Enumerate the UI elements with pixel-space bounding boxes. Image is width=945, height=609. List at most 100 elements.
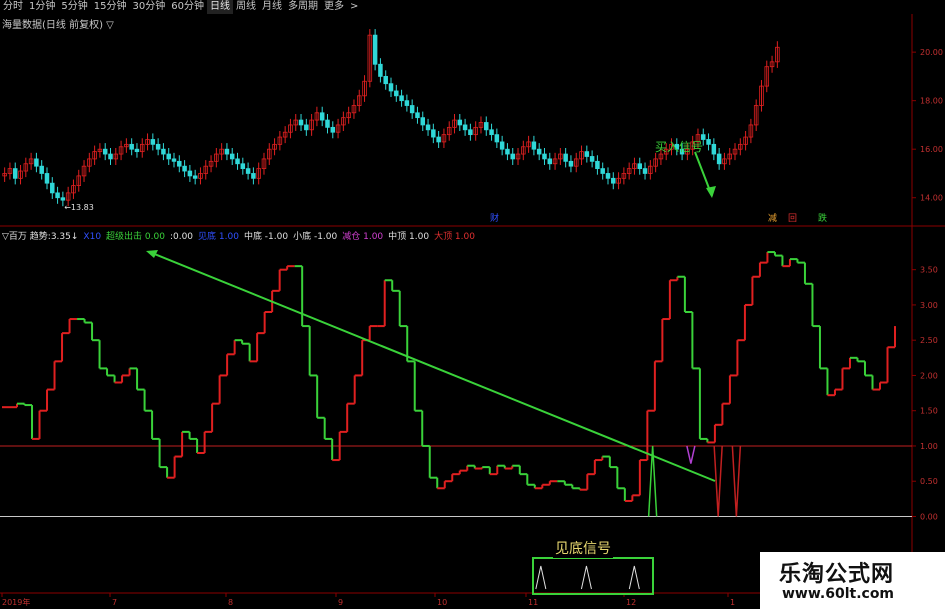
buy-signal-label: 买入信号 bbox=[655, 140, 704, 154]
candle-body bbox=[584, 151, 590, 157]
candle-body bbox=[568, 160, 574, 167]
event-marker-2: 回 bbox=[788, 213, 797, 224]
x-tick-label: 11 bbox=[528, 598, 538, 607]
candle-body bbox=[420, 117, 426, 126]
trend-annotation-line bbox=[151, 252, 716, 482]
candle-body bbox=[489, 129, 494, 136]
x-tick-label: 10 bbox=[437, 598, 447, 607]
x-tick-label: 2019年 bbox=[2, 597, 30, 607]
candle-body bbox=[399, 95, 404, 102]
candle-body bbox=[611, 177, 616, 184]
ind-tick-label: 3.00 bbox=[920, 301, 938, 310]
event-marker-0: 财 bbox=[490, 212, 499, 224]
candle-body bbox=[192, 175, 198, 179]
candle-body bbox=[187, 170, 193, 177]
candle-body bbox=[536, 148, 542, 155]
candle-body bbox=[319, 112, 325, 121]
candle-body bbox=[108, 153, 113, 160]
candle-body bbox=[404, 100, 410, 106]
candle-body bbox=[589, 156, 595, 162]
candle-body bbox=[468, 129, 473, 136]
candle-body bbox=[383, 76, 388, 85]
x-tick-label: 8 bbox=[228, 598, 233, 607]
candle-body bbox=[499, 141, 505, 150]
candle-body bbox=[325, 119, 330, 128]
price-tick-label: 14.00 bbox=[920, 194, 943, 203]
candle-body bbox=[462, 124, 468, 131]
ind-tick-label: 2.50 bbox=[920, 336, 938, 345]
candle-body bbox=[12, 168, 18, 179]
candle-body bbox=[229, 153, 235, 160]
signal-spike bbox=[731, 445, 742, 517]
candle-body bbox=[394, 90, 399, 97]
candle-body bbox=[711, 143, 717, 155]
candle-body bbox=[251, 173, 256, 179]
candle-body bbox=[161, 148, 166, 155]
candle-body bbox=[129, 143, 134, 150]
candle-body bbox=[240, 163, 246, 170]
candle-body bbox=[563, 153, 568, 162]
candle-body bbox=[150, 139, 156, 145]
candle-body bbox=[542, 153, 547, 160]
buy-signal-arrowhead bbox=[706, 186, 716, 198]
price-tick-label: 16.00 bbox=[920, 145, 943, 154]
min-price-label: ←13.83 bbox=[64, 203, 94, 212]
candle-body bbox=[415, 112, 420, 119]
candle-body bbox=[55, 192, 60, 199]
price-tick-label: 18.00 bbox=[920, 97, 943, 106]
candle-body bbox=[50, 182, 55, 194]
x-tick-label: 1 bbox=[730, 598, 735, 607]
ind-tick-label: 0.00 bbox=[920, 512, 938, 521]
candle-body bbox=[510, 153, 515, 160]
event-marker-1: 减 bbox=[768, 212, 777, 224]
candle-body bbox=[600, 168, 605, 174]
candle-body bbox=[372, 34, 378, 65]
watermark-name: 乐淘公式网 bbox=[779, 562, 895, 587]
candle-body bbox=[494, 134, 500, 143]
candle-body bbox=[34, 158, 39, 167]
candle-body bbox=[182, 165, 187, 172]
candle-body bbox=[224, 148, 230, 155]
bottom-signal-box bbox=[532, 557, 654, 595]
ind-tick-label: 2.00 bbox=[920, 371, 938, 380]
candle-body bbox=[102, 148, 108, 155]
candle-body bbox=[60, 197, 66, 201]
candle-body bbox=[177, 160, 182, 167]
candle-body bbox=[409, 105, 415, 114]
candle-body bbox=[484, 122, 489, 131]
candle-body bbox=[39, 165, 44, 174]
event-marker-3: 跌 bbox=[818, 213, 827, 224]
candle-body bbox=[436, 136, 441, 143]
candle-body bbox=[378, 63, 383, 77]
candle-body bbox=[642, 168, 648, 174]
candle-body bbox=[298, 119, 304, 126]
candle-body bbox=[166, 153, 171, 160]
ind-tick-label: 3.50 bbox=[920, 266, 938, 275]
ind-tick-label: 0.50 bbox=[920, 477, 938, 486]
signal-spike bbox=[686, 445, 696, 464]
candle-body bbox=[716, 153, 722, 165]
signal-spike bbox=[713, 445, 723, 517]
candle-body bbox=[171, 158, 177, 162]
candle-body bbox=[330, 126, 336, 133]
candle-body bbox=[595, 160, 600, 170]
candle-body bbox=[505, 148, 510, 155]
candle-body bbox=[388, 83, 394, 92]
candle-body bbox=[431, 129, 436, 138]
price-tick-label: 20.00 bbox=[920, 48, 943, 57]
candle-body bbox=[706, 139, 711, 145]
ind-tick-label: 1.00 bbox=[920, 442, 938, 451]
candle-body bbox=[245, 168, 251, 174]
x-tick-label: 9 bbox=[338, 598, 343, 607]
candle-body bbox=[235, 158, 240, 165]
x-tick-label: 7 bbox=[112, 598, 117, 607]
candle-body bbox=[425, 124, 431, 131]
ind-tick-label: 1.50 bbox=[920, 407, 938, 416]
candle-body bbox=[304, 124, 309, 131]
candle-body bbox=[531, 141, 537, 150]
x-tick-label: 12 bbox=[626, 598, 636, 607]
candle-body bbox=[134, 148, 140, 153]
candle-body bbox=[457, 119, 463, 126]
watermark: 乐淘公式网 www.60lt.com bbox=[760, 552, 945, 609]
bottom-signal-label: 见底信号 bbox=[553, 538, 613, 558]
